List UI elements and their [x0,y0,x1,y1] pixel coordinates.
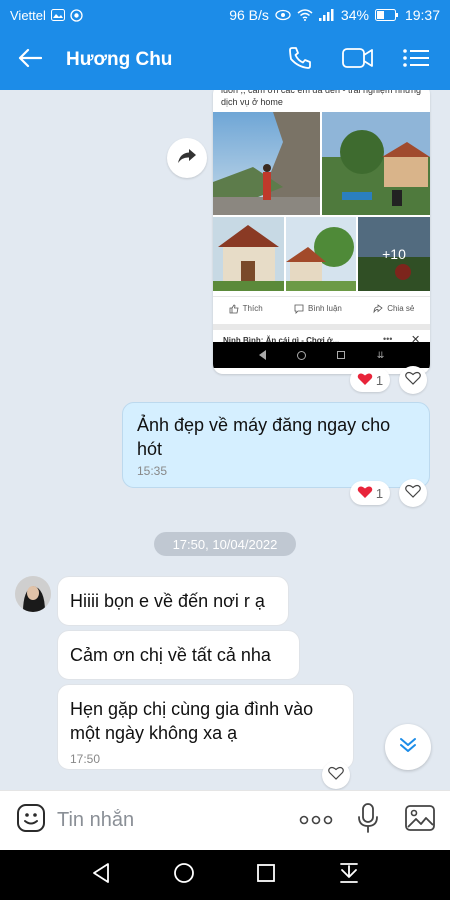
heart-outline-icon [405,371,421,390]
more-options-button[interactable] [298,799,334,843]
eye-comfort-icon [275,9,291,21]
chat-area[interactable]: luôn ,, cảm ơn các em đã đến - trải nghi… [0,90,450,790]
message-text: Cảm ơn chị về tất cả nha [70,644,271,665]
double-chevron-down-icon [399,737,417,758]
microphone-icon [357,803,379,838]
message-time: 17:50 [70,752,101,766]
post-caption: luôn ,, cảm ơn các em đã đến - trải nghi… [221,90,422,107]
message-text: Hiiii bọn e về đến nơi r ạ [70,590,265,611]
incoming-message[interactable]: Hẹn gặp chị cùng gia đình vào một ngày k… [57,684,354,770]
reaction-count: 1 [375,485,384,501]
status-bar: Viettel 96 B/s 34% 19:37 [0,0,450,30]
message-time: 15:35 [137,464,168,478]
forward-arrow-icon [177,148,197,169]
post-actions: Thích Bình luận Chia sẻ [213,296,430,320]
post-divider [213,324,430,330]
square-recents-icon [256,863,276,888]
send-image-button[interactable] [402,799,438,843]
photo-house [213,217,284,291]
heart-outline-icon [405,484,421,503]
nav-home-button[interactable] [164,855,204,895]
battery-percent: 34% [340,7,369,23]
outgoing-message[interactable]: Ảnh đẹp về máy đăng ngay cho hót 15:35 [122,402,430,488]
gallery-notification-icon [50,9,65,21]
pull-down-icon [339,862,359,889]
phone-icon [287,45,313,76]
battery-icon [374,9,399,21]
chat-options-button[interactable] [396,40,436,80]
back-button[interactable] [0,30,60,90]
sticker-smile-icon [16,803,46,838]
scroll-to-bottom-button[interactable] [385,724,431,770]
contact-name[interactable]: Hương Chu [66,49,172,71]
mini-back-icon [258,350,266,360]
system-nav-bar [0,850,450,900]
menu-list-icon [403,48,429,73]
message-text: Ảnh đẹp về máy đăng ngay cho hót [137,415,391,459]
date-separator: 17:50, 10/04/2022 [154,532,296,556]
mini-nav-bar: ⇊ [213,342,430,368]
post-share-action: Chia sẻ [373,303,414,314]
incoming-message[interactable]: Hiiii bọn e về đến nơi r ạ [57,576,289,626]
photo-garden [286,217,356,291]
video-call-button[interactable] [338,40,378,80]
message-text: Hẹn gặp chị cùng gia đình vào một ngày k… [70,699,314,743]
heart-icon [357,372,373,389]
more-dots-icon [299,812,333,830]
emoji-button[interactable] [9,799,53,843]
photo-homestay [322,112,430,215]
nav-notifications-button[interactable] [329,855,369,895]
nav-back-button[interactable] [81,855,121,895]
signal-icon [318,9,335,21]
more-photos-count: +10 [358,217,430,291]
photo-more[interactable]: +10 [358,217,430,291]
chrome-notification-icon [70,8,83,22]
message-reaction[interactable]: 1 [350,481,390,505]
incoming-message[interactable]: Cảm ơn chị về tất cả nha [57,630,300,680]
carrier-label: Viettel [10,7,46,23]
image-reaction[interactable]: 1 [350,368,390,392]
nav-recents-button[interactable] [246,855,286,895]
mini-recents-icon [337,351,346,359]
chat-header: Hương Chu [0,30,450,90]
forward-button[interactable] [167,138,207,178]
incoming-react-button[interactable] [322,761,350,789]
message-react-button[interactable] [399,479,427,507]
voice-call-button[interactable] [280,40,320,80]
back-arrow-icon [18,48,43,73]
circle-home-icon [173,862,195,889]
voice-message-button[interactable] [350,799,386,843]
shared-post-screenshot[interactable]: luôn ,, cảm ơn các em đã đến - trải nghi… [213,90,430,374]
triangle-back-icon [91,862,111,889]
mini-notification-icon: ⇊ [376,349,385,360]
post-comment-action: Bình luận [294,304,342,314]
heart-outline-icon [328,766,344,785]
message-input-bar [0,790,450,850]
message-input[interactable] [57,809,277,832]
video-call-icon [342,47,374,74]
reaction-count: 1 [375,372,384,388]
network-speed: 96 B/s [229,7,269,23]
image-icon [405,805,435,836]
image-react-button[interactable] [399,366,427,394]
photo-cliff [213,112,320,215]
clock: 19:37 [404,7,440,23]
heart-icon [357,485,373,502]
mini-home-icon [297,350,307,360]
post-like-action: Thích [229,304,263,314]
wifi-icon [297,9,313,21]
avatar[interactable] [15,576,51,612]
